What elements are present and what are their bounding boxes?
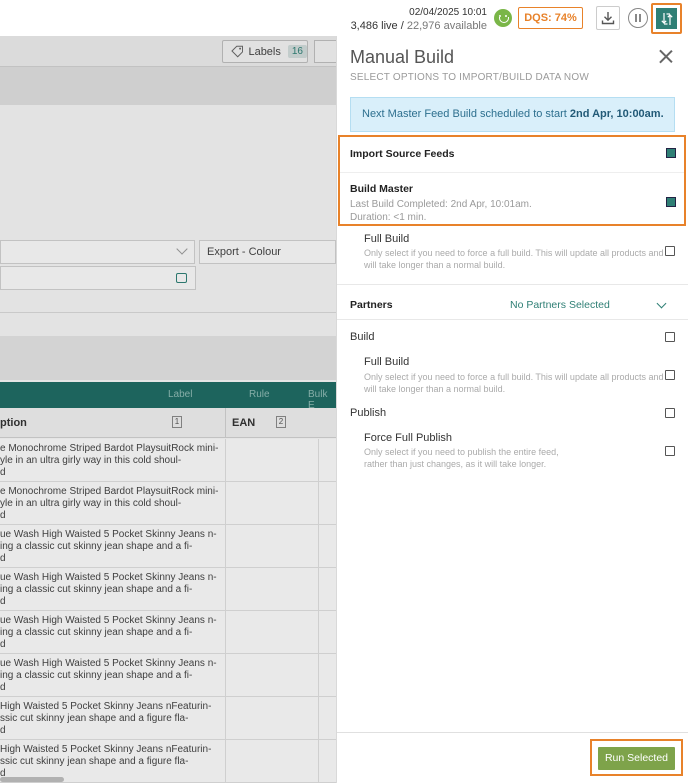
live-count: 3,486 <box>350 20 379 32</box>
build-master-label: Build Master <box>350 183 414 195</box>
live-label: live <box>381 20 398 32</box>
footer-divider <box>337 732 688 733</box>
force-full-publish-label: Force Full Publish <box>364 432 453 444</box>
import-source-feeds-checkbox[interactable] <box>666 148 676 158</box>
full-build-label-2: Full Build <box>364 356 410 368</box>
full-build-note-3: Only select if you need to force a full … <box>364 372 664 382</box>
publish-checkbox[interactable] <box>665 408 675 418</box>
divider <box>337 319 688 320</box>
partners-label: Partners <box>350 299 393 311</box>
manual-build-toggle-highlight <box>651 3 682 34</box>
info-schedule-time: 2nd Apr, 10:00am. <box>569 108 664 120</box>
divider <box>340 172 684 173</box>
full-build-note: Only select if you need to force a full … <box>364 248 664 258</box>
pause-icon[interactable] <box>626 6 650 30</box>
force-publish-note-2: rather than just changes, as it will tak… <box>364 459 547 469</box>
full-build-note-4: will take longer than a normal build. <box>364 384 506 394</box>
build-checkbox[interactable] <box>665 332 675 342</box>
available-label: available <box>443 20 487 32</box>
smiley-status-icon <box>494 9 512 27</box>
full-build-label: Full Build <box>364 233 410 245</box>
product-counts: 3,486 live / 22,976 available <box>351 20 487 32</box>
full-build-checkbox-2[interactable] <box>665 370 675 380</box>
full-build-note-2: will take longer than a normal build. <box>364 260 506 270</box>
build-duration: Duration: <1 min. <box>350 212 427 223</box>
download-icon[interactable] <box>596 6 620 30</box>
top-status-bar: 02/04/2025 10:01 3,486 live / 22,976 ava… <box>0 0 688 36</box>
manual-build-panel: Manual Build SELECT OPTIONS TO IMPORT/BU… <box>336 36 688 783</box>
build-master-checkbox[interactable] <box>666 197 676 207</box>
force-full-publish-checkbox[interactable] <box>665 446 675 456</box>
count-separator: / <box>400 20 404 32</box>
full-build-checkbox[interactable] <box>665 246 675 256</box>
panel-subtitle: SELECT OPTIONS TO IMPORT/BUILD DATA NOW <box>350 72 589 83</box>
available-count: 22,976 <box>406 20 441 32</box>
schedule-info-banner: Next Master Feed Build scheduled to star… <box>350 97 675 132</box>
divider <box>337 284 688 285</box>
publish-label: Publish <box>350 407 387 419</box>
info-text: Next Master Feed Build scheduled to star… <box>362 108 570 120</box>
build-label: Build <box>350 331 375 343</box>
dqs-badge[interactable]: DQS: 74% <box>518 7 583 29</box>
run-selected-highlight: Run Selected <box>590 739 683 776</box>
close-icon[interactable] <box>659 49 673 63</box>
last-update-timestamp: 02/04/2025 10:01 <box>409 7 487 18</box>
panel-title: Manual Build <box>350 47 455 67</box>
last-build-completed: Last Build Completed: 2nd Apr, 10:01am. <box>350 199 532 210</box>
background-overlay <box>0 36 336 783</box>
force-publish-note: Only select if you need to publish the e… <box>364 447 559 457</box>
partners-select[interactable]: No Partners Selected <box>510 299 610 311</box>
sync-icon[interactable] <box>656 8 677 29</box>
run-selected-button[interactable]: Run Selected <box>598 747 675 770</box>
import-source-feeds-label: Import Source Feeds <box>350 148 455 160</box>
chevron-down-icon[interactable] <box>656 298 667 309</box>
